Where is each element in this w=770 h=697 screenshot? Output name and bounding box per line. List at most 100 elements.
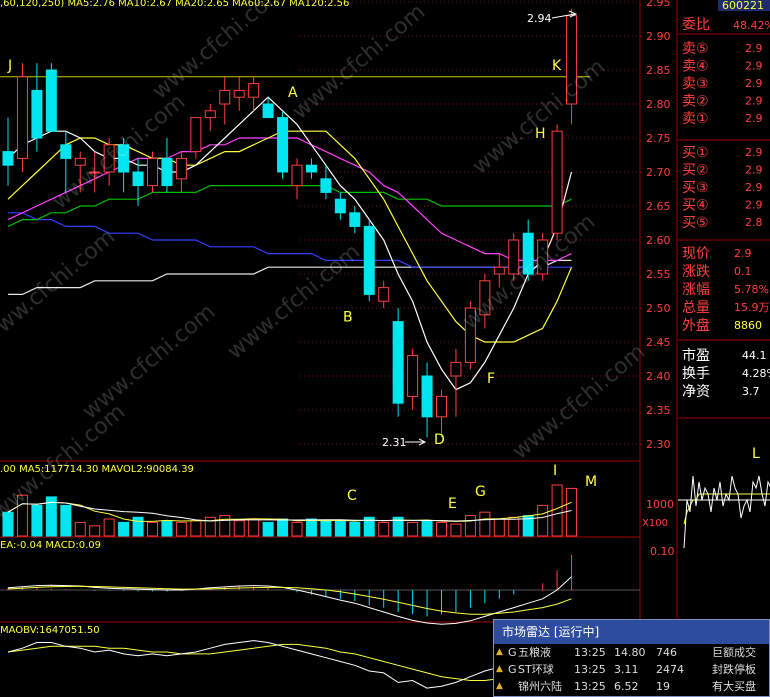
stock-code: 600221 xyxy=(722,0,764,12)
macd-dif-line xyxy=(7,576,572,625)
buy-level-price: 2.9 xyxy=(745,181,763,194)
volume-bar xyxy=(551,484,563,537)
watermark-text: www.cfchi.com xyxy=(78,299,220,424)
annotation-l: L xyxy=(752,446,760,462)
radar-stock-name: ST环球 xyxy=(518,663,554,676)
stat-value: 5.78% xyxy=(734,283,769,296)
candle-body xyxy=(60,144,72,159)
volume-bar xyxy=(305,518,317,537)
main-header: ,60,120,250) MA5:2.76 MA10:2.67 MA20:2.6… xyxy=(0,0,349,9)
candle-body xyxy=(363,225,375,295)
macd-tick-label: 0.10 xyxy=(650,545,675,558)
market-radar-panel[interactable]: 市场雷达 [运行中] ▲ G 五粮液 13:25 14.80 746 巨额成交 ▲ G ST环球 1… xyxy=(493,619,770,697)
volume-bar xyxy=(320,520,332,537)
stat2-label: 换手 xyxy=(682,365,710,382)
macd-header: EA:-0.04 MACD:0.09 xyxy=(0,540,101,551)
bell-icon: ▲ xyxy=(496,647,503,657)
volume-bar xyxy=(277,518,289,537)
volume-bar xyxy=(190,520,202,537)
candle-body xyxy=(305,164,317,173)
annotation-j: J xyxy=(7,58,12,74)
watermark-text: www.cfchi.com xyxy=(508,339,650,464)
weibi-value: 48.42% xyxy=(733,19,770,32)
volume-bar xyxy=(421,520,433,537)
volume-bar xyxy=(464,515,476,537)
radar-row[interactable]: ▲ G 五粮液 13:25 14.80 746 巨额成交 xyxy=(494,644,769,661)
volume-bar xyxy=(132,516,144,537)
volume-bar xyxy=(60,504,72,537)
buy-level-price: 2.9 xyxy=(745,199,763,212)
volume-bar xyxy=(89,525,101,537)
radar-volume: 746 xyxy=(656,646,677,659)
volume-unit-label: X100 xyxy=(642,518,668,529)
volume-bar xyxy=(566,487,578,537)
annotation-i: I xyxy=(553,463,557,479)
y-tick-label: 2.45 xyxy=(646,336,671,349)
stat-value: 0.1 xyxy=(734,265,752,278)
volume-bar xyxy=(74,521,86,537)
radar-price: 3.11 xyxy=(614,663,639,676)
volume-bar xyxy=(103,518,115,537)
volume-bar xyxy=(31,504,43,537)
annotation-f: F xyxy=(487,371,495,387)
stat-value: 2.9 xyxy=(734,247,752,260)
radar-stock-name: 锦州六陆 xyxy=(518,680,562,693)
volume-bar xyxy=(248,518,260,537)
intraday-price-line xyxy=(683,475,770,549)
candle-body xyxy=(147,157,158,187)
volume-bar xyxy=(219,515,231,537)
candle-body xyxy=(407,355,419,397)
radar-row[interactable]: ▲ G ST环球 13:25 3.11 2474 封跌停板 xyxy=(494,661,769,678)
candle-body xyxy=(378,287,390,302)
stock-chart: 2.95 2.90 2.85 2.80 2.75 2.70 2.65 2.60 2.55 2.50… xyxy=(0,0,770,697)
radar-price: 6.52 xyxy=(614,680,639,693)
y-tick-label: 2.50 xyxy=(646,302,671,315)
y-tick-label: 2.55 xyxy=(646,268,671,281)
stat-label: 涨跌 xyxy=(682,264,710,280)
stat-label: 现价 xyxy=(682,246,710,262)
low-price-label: 2.31 xyxy=(382,436,407,449)
radar-row[interactable]: ▲ 锦州六陆 13:25 6.52 19 有大买盘 xyxy=(494,678,769,695)
candle-body xyxy=(551,130,563,234)
stat-value: 15.9万 xyxy=(734,301,770,314)
watermark-text: www.cfchi.com xyxy=(0,224,120,349)
radar-event: 有大买盘 xyxy=(712,680,756,693)
y-tick-label: 2.65 xyxy=(646,200,671,213)
stat2-label: 净资 xyxy=(682,384,710,400)
candle-body xyxy=(493,266,505,275)
volume-bar xyxy=(118,521,130,537)
candle-body xyxy=(291,164,303,187)
candle-body xyxy=(248,83,260,98)
volume-bar xyxy=(479,511,491,537)
radar-time: 13:25 xyxy=(574,663,606,676)
volume-bar xyxy=(161,520,173,537)
market-radar-title[interactable]: 市场雷达 [运行中] xyxy=(494,620,769,644)
y-tick-label: 2.35 xyxy=(646,404,671,417)
buy-level-label: 买④ xyxy=(682,198,709,214)
volume-bar xyxy=(233,520,245,537)
volume-bar xyxy=(450,523,462,537)
radar-time: 13:25 xyxy=(574,680,606,693)
volume-bar xyxy=(537,504,549,537)
radar-volume: 2474 xyxy=(656,663,684,676)
annotation-k: K xyxy=(552,58,562,74)
volume-bar xyxy=(508,516,520,537)
y-tick-label: 2.75 xyxy=(646,132,671,145)
stat-value: 8860 xyxy=(734,319,762,332)
buy-level-label: 买② xyxy=(682,163,709,179)
volume-bar xyxy=(407,521,419,537)
candle-body xyxy=(392,321,404,404)
y-tick-label: 2.40 xyxy=(646,370,671,383)
radar-stock-name: 五粮液 xyxy=(518,646,551,659)
watermark-text: www.cfchi.com xyxy=(223,239,365,364)
candle-body xyxy=(16,76,28,159)
y-tick-label: 2.30 xyxy=(646,438,671,451)
radar-time: 13:25 xyxy=(574,646,606,659)
y-tick-label: 2.90 xyxy=(646,30,671,43)
candle-body xyxy=(436,395,447,418)
watermark-text: www.cfchi.com xyxy=(458,209,600,334)
market-radar-list: ▲ G 五粮液 13:25 14.80 746 巨额成交 ▲ G ST环球 13:25 3.11 247… xyxy=(494,644,769,695)
buy-level-label: 买⑤ xyxy=(682,215,709,231)
stat2-value: 4.28% xyxy=(742,367,770,380)
candle-body xyxy=(320,178,332,193)
